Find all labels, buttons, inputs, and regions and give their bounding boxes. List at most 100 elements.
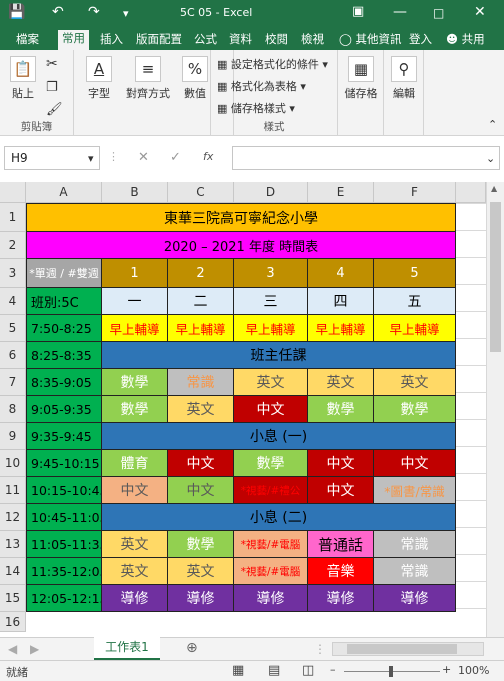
page-break-view-icon[interactable]: ◫: [302, 663, 314, 678]
row-header-7[interactable]: 7: [0, 369, 26, 396]
tab-file[interactable]: 檔案: [12, 31, 43, 50]
cell-styles-button[interactable]: ▦ 儲存格樣式 ▾: [217, 100, 295, 116]
subject-cell[interactable]: 導修: [102, 585, 168, 612]
timetable-subtitle[interactable]: 2020 – 2021 年度 時間表: [26, 232, 456, 259]
subject-cell[interactable]: 早上輔導: [374, 315, 456, 342]
day-number-5[interactable]: 5: [374, 259, 456, 288]
name-box[interactable]: H9: [4, 146, 100, 170]
scroll-up-icon[interactable]: ▲: [491, 184, 497, 193]
quick-access-menu-icon[interactable]: ▾: [123, 7, 129, 20]
tab-formulas[interactable]: 公式: [190, 31, 221, 50]
subject-cell[interactable]: 導修: [308, 585, 374, 612]
subject-cell[interactable]: 體育: [102, 450, 168, 477]
subject-cell[interactable]: *視藝/#電腦: [234, 531, 308, 558]
page-layout-view-icon[interactable]: ▤: [268, 663, 280, 678]
row-header-11[interactable]: 11: [0, 477, 26, 504]
period-time-4[interactable]: 9:05-9:35: [26, 396, 102, 423]
weekday-4[interactable]: 四: [308, 288, 374, 315]
cells-button[interactable]: ▦ 儲存格: [342, 56, 380, 101]
insert-function-icon[interactable]: fx: [203, 150, 213, 163]
signin-button[interactable]: 登入: [405, 31, 436, 50]
conditional-format-button[interactable]: ▦ 設定格式化的條件 ▾: [217, 56, 328, 72]
column-header-F[interactable]: F: [374, 182, 456, 203]
horizontal-scroll-thumb[interactable]: [347, 644, 457, 654]
format-painter-icon[interactable]: 🖌: [46, 102, 63, 117]
tab-review[interactable]: 校閱: [261, 31, 292, 50]
period-time-2[interactable]: 8:25-8:35: [26, 342, 102, 369]
paste-button[interactable]: 📋 貼上: [6, 56, 40, 101]
cut-icon[interactable]: ✂: [46, 56, 58, 72]
tab-view[interactable]: 檢視: [297, 31, 328, 50]
weekday-5[interactable]: 五: [374, 288, 456, 315]
column-header-C[interactable]: C: [168, 182, 234, 203]
zoom-out-icon[interactable]: –: [330, 663, 336, 676]
subject-cell[interactable]: 普通話: [308, 531, 374, 558]
subject-cell[interactable]: 導修: [374, 585, 456, 612]
tab-data[interactable]: 資料: [225, 31, 256, 50]
subject-cell[interactable]: 數學: [374, 396, 456, 423]
subject-cell[interactable]: 早上輔導: [168, 315, 234, 342]
merged-period-8[interactable]: 小息 (二): [102, 504, 456, 531]
period-time-9[interactable]: 11:05-11:35: [26, 531, 102, 558]
subject-cell[interactable]: 中文: [308, 450, 374, 477]
subject-cell[interactable]: 中文: [168, 477, 234, 504]
weekday-3[interactable]: 三: [234, 288, 308, 315]
next-sheet-icon[interactable]: ▶: [30, 642, 39, 656]
save-icon[interactable]: 💾: [8, 4, 25, 20]
period-time-7[interactable]: 10:15-10:45: [26, 477, 102, 504]
font-button[interactable]: A 字型: [80, 56, 118, 101]
period-time-10[interactable]: 11:35-12:05: [26, 558, 102, 585]
tab-page-layout[interactable]: 版面配置: [132, 31, 186, 50]
add-sheet-icon[interactable]: ⊕: [186, 640, 198, 656]
tell-me-search[interactable]: ◯ 其他資訊: [335, 31, 406, 50]
subject-cell[interactable]: 英文: [168, 396, 234, 423]
number-button[interactable]: % 數值: [178, 56, 212, 101]
period-time-5[interactable]: 9:35-9:45: [26, 423, 102, 450]
subject-cell[interactable]: 英文: [374, 369, 456, 396]
merged-period-5[interactable]: 小息 (一): [102, 423, 456, 450]
row-header-9[interactable]: 9: [0, 423, 26, 450]
column-header-G[interactable]: [456, 182, 486, 203]
horizontal-scrollbar[interactable]: [332, 642, 484, 656]
subject-cell[interactable]: 英文: [102, 558, 168, 585]
row-header-1[interactable]: 1: [0, 203, 26, 232]
class-label[interactable]: 班別:5C: [26, 288, 102, 315]
zoom-in-icon[interactable]: +: [442, 663, 451, 676]
day-number-2[interactable]: 2: [168, 259, 234, 288]
alignment-button[interactable]: ≡ 對齊方式: [122, 56, 174, 101]
column-header-D[interactable]: D: [234, 182, 308, 203]
cancel-icon[interactable]: ✕: [138, 150, 149, 165]
column-header-B[interactable]: B: [102, 182, 168, 203]
share-button[interactable]: ☻ 共用: [442, 31, 489, 50]
subject-cell[interactable]: 數學: [234, 450, 308, 477]
period-time-3[interactable]: 8:35-9:05: [26, 369, 102, 396]
enter-icon[interactable]: ✓: [170, 150, 181, 165]
sheet-tab-1[interactable]: 工作表1: [94, 637, 160, 660]
redo-icon[interactable]: ↷: [88, 4, 100, 20]
subject-cell[interactable]: 英文: [168, 558, 234, 585]
undo-icon[interactable]: ↶: [52, 4, 64, 20]
period-time-6[interactable]: 9:45-10:15: [26, 450, 102, 477]
weekday-2[interactable]: 二: [168, 288, 234, 315]
column-header-E[interactable]: E: [308, 182, 374, 203]
column-header-A[interactable]: A: [26, 182, 102, 203]
zoom-slider-thumb[interactable]: [389, 666, 393, 677]
subject-cell[interactable]: 英文: [308, 369, 374, 396]
subject-cell[interactable]: 數學: [102, 396, 168, 423]
period-time-1[interactable]: 7:50-8:25: [26, 315, 102, 342]
vertical-scrollbar[interactable]: ▲: [486, 182, 504, 637]
day-number-1[interactable]: 1: [102, 259, 168, 288]
format-as-table-button[interactable]: ▦ 格式化為表格 ▾: [217, 78, 306, 94]
copy-icon[interactable]: ❐: [46, 80, 58, 95]
name-box-dropdown-icon[interactable]: ▾: [88, 152, 94, 165]
normal-view-icon[interactable]: ▦: [232, 663, 244, 678]
tab-insert[interactable]: 插入: [96, 31, 127, 50]
row-header-13[interactable]: 13: [0, 531, 26, 558]
day-number-3[interactable]: 3: [234, 259, 308, 288]
weekday-1[interactable]: 一: [102, 288, 168, 315]
formula-input[interactable]: [232, 146, 500, 170]
ribbon-display-icon[interactable]: ▣: [352, 4, 364, 19]
subject-cell[interactable]: 中文: [234, 396, 308, 423]
subject-cell[interactable]: 早上輔導: [308, 315, 374, 342]
collapse-ribbon-icon[interactable]: ⌃: [488, 118, 497, 131]
